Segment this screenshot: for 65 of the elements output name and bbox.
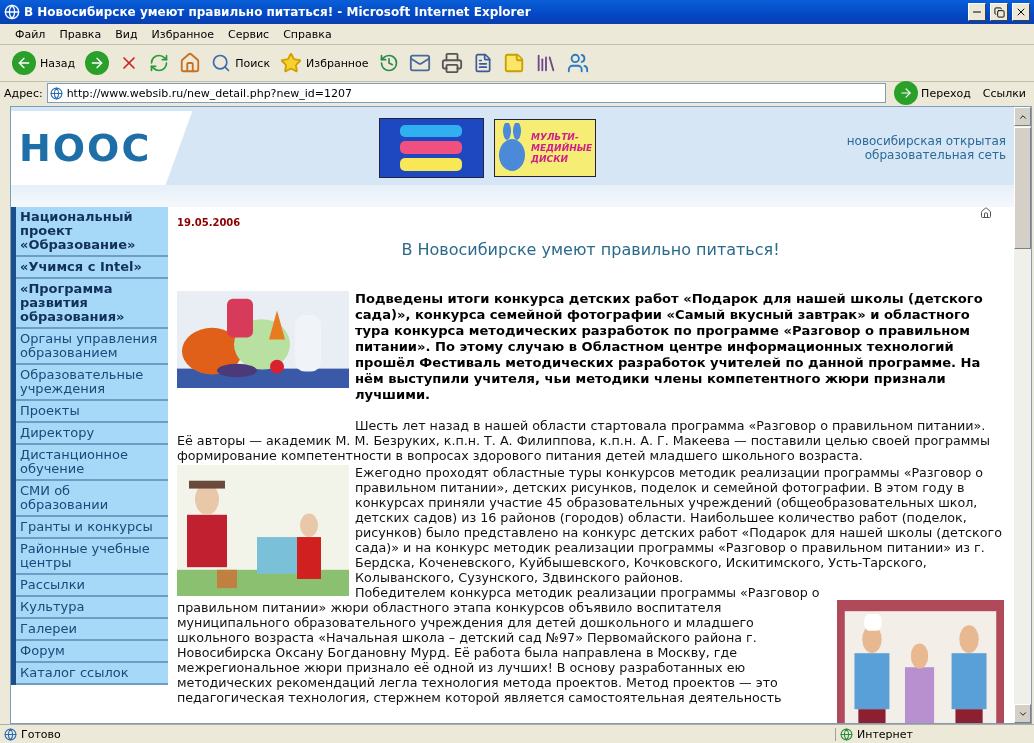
menu-item[interactable]: Вид (110, 25, 143, 43)
menu-item[interactable]: Справка (278, 25, 337, 43)
address-label: Адрес: (4, 86, 43, 100)
print-icon (440, 52, 463, 74)
sidebar-link[interactable]: Каталог ссылок (16, 663, 168, 685)
back-button[interactable]: Назад (10, 49, 78, 77)
article-paragraph: Победителем конкурса методик реализации программы «Разговор о (355, 585, 821, 600)
star-icon (280, 52, 303, 74)
favorites-button[interactable]: Избранное (278, 50, 371, 76)
restore-icon (993, 6, 1005, 18)
sidebar-link[interactable]: Галереи (16, 619, 168, 641)
sidebar-link[interactable]: Районные учебные центры (16, 539, 168, 575)
scrollbar[interactable] (1014, 107, 1031, 723)
sidebar-link[interactable]: Дистанционное обучение (16, 445, 168, 481)
browser-icon (4, 4, 20, 20)
search-button[interactable]: Поиск (209, 51, 273, 75)
site-tagline: образовательная сеть (864, 148, 1006, 162)
go-button[interactable]: Переход (890, 81, 975, 105)
site-logo: НООС (19, 126, 153, 170)
close-icon (1015, 6, 1027, 18)
refresh-icon (149, 53, 170, 73)
banner-text: МУЛЬТИ-МЕДИЙНЫЕ ДИСКИ (531, 131, 591, 165)
article-date: 19.05.2006 (177, 217, 242, 228)
mail-icon (408, 52, 431, 74)
home-icon[interactable] (980, 207, 992, 219)
links-button[interactable]: Ссылки (978, 86, 1030, 100)
sidebar-link[interactable]: Директору (16, 423, 168, 445)
menu-item[interactable]: Правка (54, 25, 107, 43)
sidebar-link[interactable]: Гранты и конкурсы (16, 517, 168, 539)
home-icon (179, 52, 202, 74)
sidebar-link[interactable]: Образовательные учреждения (16, 365, 168, 401)
restore-button[interactable] (990, 3, 1008, 21)
menu-item[interactable]: Избранное (146, 25, 220, 43)
menu-item[interactable]: Сервис (223, 25, 275, 43)
media-banner[interactable]: МУЛЬТИ-МЕДИЙНЫЕ ДИСКИ (494, 119, 596, 177)
close-button[interactable] (1012, 3, 1030, 21)
sidebar-link[interactable]: Рассылки (16, 575, 168, 597)
sidebar-link[interactable]: Форум (16, 641, 168, 663)
security-zone: Интернет (835, 727, 1030, 741)
minimize-button[interactable] (968, 3, 986, 21)
sidebar-link[interactable]: «Программа развития образования» (16, 279, 168, 329)
sidebar-link[interactable]: СМИ об образовании (16, 481, 168, 517)
article-paragraph: правильном питании» жюри областного этапа конкурсов объявило воспитателя муниципального образовательного учреждения для детей дошкольного и младшего школьного возраста «Начальная школа – детский сад №97» Первомайского района г. Новосибирска Оксану Богдановну Мурд. Её работа была направлена в Москву, где межрегиональное жюри признало её одной из лучших! В основу разработанных ею методических рекомендаций легла технология метода проектов. Метод проектов — это педагогическая технология, стержнем которой является самостоятельная деятельность (177, 600, 783, 705)
menu-item[interactable]: Файл (10, 25, 51, 43)
article-lead: Подведены итоги конкурса детских работ «Подарок для нашей школы (детского сада)», конкурса семейной фотографии «Самый вкусный завтрак» и областного тура конкурса методических разработок по программе «Разговор о правильном питании». По этому случаю в Областном центре информационных технологий прошёл Фестиваль методических разработок учителей по данной программе. На нём выступили учителя, чьи методики члены компетентного жюри признали лучшими. (355, 291, 984, 403)
site-tagline: новосибирская открытая (846, 134, 1006, 148)
sidebar-link[interactable]: «Учимся с Intel» (16, 257, 168, 279)
search-icon (211, 53, 232, 73)
window-title: В Новосибирске умеют правильно питаться! - Microsoft Internet Explorer (24, 5, 532, 19)
sidebar-link[interactable]: Органы управления образованием (16, 329, 168, 365)
sidebar-link[interactable]: Культура (16, 597, 168, 619)
globe-icon (840, 727, 853, 741)
history-icon (378, 53, 399, 73)
people-icon (566, 52, 589, 74)
sidebar-link[interactable]: Национальный проект «Образование» (16, 207, 168, 257)
article-paragraph: Её авторы — академик М. М. Безруких, к.п.н. Т. А. Филиппова, к.п.н. А. Г. Макеева — поставили целью своей программы формирование компетентности в вопросах здорового питания детей младшего школьного возраста. (177, 433, 991, 463)
address-field[interactable]: http://www.websib.ru/new_detail.php?new_id=1207 (46, 83, 887, 103)
article-paragraph: Шесть лет назад в нашей области стартовала программа «Разговор о правильном питании». (355, 418, 987, 433)
scroll-thumb[interactable] (1014, 127, 1031, 249)
sidebar-link[interactable]: Проекты (16, 401, 168, 423)
status-text: Готово (21, 727, 62, 741)
article-paragraph: Ежегодно проходят областные туры конкурсов методик реализации программы «Разговор о правильном питании», детских рисунков, поделок и семейной фотографии. В этом году в конкурсах приняли участие 45 образовательных учреждений (общеобразовательных школ, детских садов) из 16 районов (городов) области. Наибольшее количество работ (поделок, рисунков) было представлено на конкурс детских работ «Подарок для нашей школы (детского сада)» и на конкурс методик реализации программы «Разговор о правильном питании» из г. Бердска, Коченевского, Куйбышевского, Кочковского, Искитимского, Усть-Тарского, Колыванского, Сузунского, Здвинского районов. (355, 465, 1003, 585)
books-banner[interactable] (379, 118, 484, 178)
note-icon (502, 52, 525, 74)
article-headline: В Новосибирске умеют правильно питаться! (400, 240, 781, 259)
